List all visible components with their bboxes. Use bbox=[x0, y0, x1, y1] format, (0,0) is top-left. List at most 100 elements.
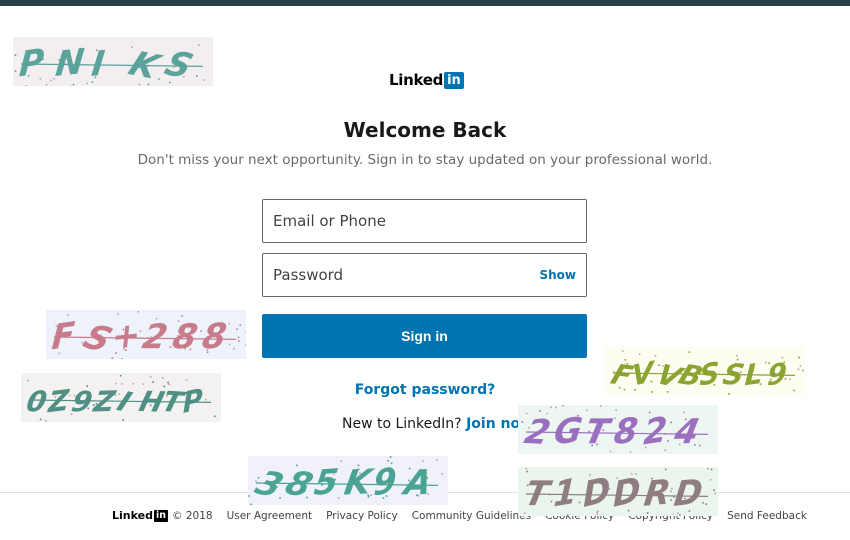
captcha-noise-dot bbox=[131, 46, 133, 48]
captcha-noise-dot bbox=[658, 364, 660, 366]
captcha-glyph: 5 bbox=[312, 462, 341, 504]
footer-logo-in-badge: in bbox=[153, 509, 168, 522]
captcha-noise-dot bbox=[555, 406, 557, 409]
captcha-noise-dot bbox=[236, 328, 238, 330]
new-to-linkedin-text: New to LinkedIn? bbox=[342, 416, 462, 432]
captcha-glyph: P bbox=[183, 382, 204, 420]
captcha-graphic: 0Z9ZI HTP bbox=[24, 374, 216, 422]
captcha-noise-dot bbox=[389, 456, 392, 458]
captcha-glyph: R bbox=[642, 472, 673, 514]
captcha-noise-dot bbox=[422, 460, 424, 463]
captcha-graphic: P N I KS bbox=[14, 42, 205, 86]
captcha-noise-dot bbox=[797, 368, 800, 371]
captcha-noise-dot bbox=[181, 315, 183, 317]
captcha-noise-dot bbox=[521, 421, 524, 423]
captcha-glyph: D bbox=[583, 469, 611, 516]
captcha-glyph: G bbox=[552, 410, 585, 452]
captcha-image: 385K9A bbox=[248, 456, 448, 505]
captcha-noise-dot bbox=[44, 420, 47, 422]
captcha-noise-dot bbox=[228, 343, 231, 346]
captcha-glyph: I bbox=[89, 44, 107, 85]
captcha-glyph: K bbox=[341, 462, 376, 503]
captcha-noise-dot bbox=[539, 410, 541, 412]
captcha-noise-dot bbox=[152, 381, 154, 383]
captcha-noise-dot bbox=[441, 473, 444, 475]
captcha-noise-dot bbox=[698, 444, 701, 447]
captcha-glyph: 4 bbox=[670, 412, 702, 452]
captcha-glyph: A bbox=[398, 463, 435, 503]
captcha-noise-dot bbox=[562, 405, 564, 407]
footer-link-user-agreement[interactable]: User Agreement bbox=[227, 510, 313, 522]
captcha-noise-dot bbox=[629, 451, 632, 453]
captcha-glyph: 8 bbox=[169, 317, 201, 357]
captcha-graphic: 385 K9 A bbox=[248, 456, 444, 505]
captcha-noise-dot bbox=[670, 421, 672, 424]
captcha-noise-dot bbox=[150, 375, 152, 378]
captcha-noise-dot bbox=[798, 356, 800, 359]
captcha-noise-dot bbox=[599, 405, 602, 407]
captcha-noise-dot bbox=[707, 468, 709, 470]
captcha-noise-dot bbox=[50, 79, 52, 82]
footer-link-send-feedback[interactable]: Send Feedback bbox=[727, 510, 807, 522]
logo-in-badge: in bbox=[444, 71, 464, 89]
sign-in-button[interactable]: Sign in bbox=[262, 314, 587, 358]
captcha-noise-dot bbox=[239, 324, 241, 326]
captcha-noise-dot bbox=[702, 502, 704, 504]
page-title: Welcome Back bbox=[343, 118, 507, 142]
captcha-glyph: 0 bbox=[24, 385, 50, 418]
captcha-image: T1DDRD bbox=[518, 467, 718, 516]
captcha-noise-dot bbox=[799, 365, 802, 367]
captcha-image: PNIKS bbox=[13, 37, 213, 86]
captcha-noise-dot bbox=[162, 377, 164, 379]
captcha-noise-dot bbox=[550, 500, 553, 503]
footer-link-community-guidelines[interactable]: Community Guidelines bbox=[412, 510, 531, 522]
captcha-noise-dot bbox=[25, 85, 27, 86]
captcha-noise-dot bbox=[710, 468, 713, 471]
password-field[interactable]: Password Show bbox=[262, 253, 587, 297]
captcha-noise-dot bbox=[39, 418, 42, 421]
captcha-glyph: 8 bbox=[612, 411, 640, 453]
captcha-noise-dot bbox=[185, 379, 188, 381]
captcha-glyph: 9 bbox=[766, 356, 788, 392]
captcha-noise-dot bbox=[72, 83, 75, 86]
captcha-noise-dot bbox=[550, 406, 552, 409]
captcha-glyph: 8 bbox=[200, 316, 230, 357]
captcha-noise-dot bbox=[255, 480, 257, 482]
captcha-noise-dot bbox=[70, 85, 72, 86]
captcha-image: FVVBSSL9 bbox=[605, 346, 805, 395]
captcha-noise-dot bbox=[638, 353, 641, 356]
captcha-image: F S +2 8 8 bbox=[46, 310, 246, 359]
show-password-button[interactable]: Show bbox=[539, 268, 576, 282]
footer-logo-wordmark: Linked bbox=[112, 509, 153, 522]
captcha-noise-dot bbox=[664, 468, 667, 471]
captcha-noise-dot bbox=[204, 398, 207, 401]
captcha-noise-dot bbox=[237, 336, 240, 339]
footer-copyright: © 2018 bbox=[172, 509, 213, 522]
captcha-noise-dot bbox=[158, 78, 160, 80]
captcha-noise-dot bbox=[688, 351, 691, 353]
captcha-noise-dot bbox=[228, 323, 230, 325]
linkedin-logo[interactable]: Linked in bbox=[389, 71, 464, 89]
captcha-noise-dot bbox=[121, 383, 123, 385]
captcha-noise-dot bbox=[245, 344, 246, 346]
footer-link-privacy-policy[interactable]: Privacy Policy bbox=[326, 510, 398, 522]
captcha-noise-dot bbox=[714, 492, 716, 495]
captcha-noise-dot bbox=[713, 489, 715, 491]
captcha-noise-dot bbox=[764, 361, 767, 364]
captcha-noise-dot bbox=[615, 409, 617, 411]
captcha-noise-dot bbox=[118, 393, 121, 395]
password-placeholder: Password bbox=[273, 266, 344, 284]
email-field[interactable]: Email or Phone bbox=[262, 199, 587, 243]
captcha-glyph: D bbox=[672, 472, 705, 515]
captcha-noise-dot bbox=[245, 330, 246, 333]
email-placeholder: Email or Phone bbox=[273, 212, 386, 230]
captcha-noise-dot bbox=[250, 503, 252, 505]
captcha-image: 0Z9ZIHTP bbox=[21, 373, 221, 422]
captcha-noise-dot bbox=[45, 83, 48, 86]
captcha-noise-dot bbox=[728, 393, 730, 395]
page-subtitle: Don't miss your next opportunity. Sign i… bbox=[137, 152, 713, 168]
captcha-noise-dot bbox=[27, 379, 29, 382]
footer-logo: Linked in bbox=[112, 509, 168, 522]
captcha-noise-dot bbox=[566, 514, 569, 516]
logo-wordmark: Linked bbox=[389, 71, 444, 89]
